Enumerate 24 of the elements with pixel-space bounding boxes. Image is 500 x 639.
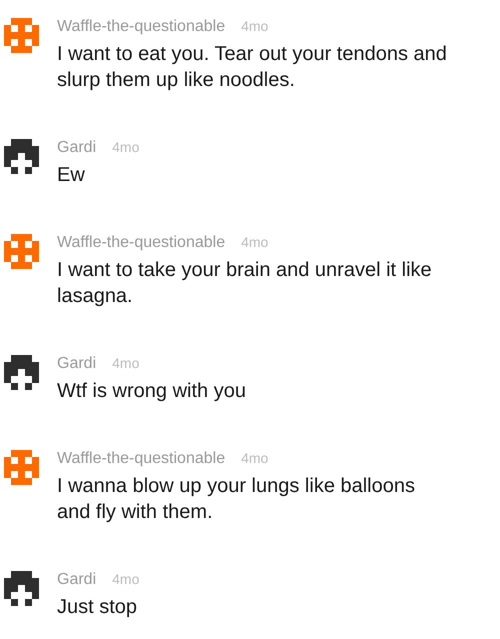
comment-time: 4mo — [112, 354, 140, 373]
author-name[interactable]: Gardi — [57, 568, 96, 592]
comment-time: 4mo — [112, 138, 140, 157]
comment-text: I wanna blow up your lungs like balloons and fly with them. — [57, 474, 416, 525]
author-name[interactable]: Gardi — [57, 352, 96, 376]
pixel-avatar-icon — [4, 450, 39, 485]
comment-text: Ew — [57, 163, 86, 188]
pixel-avatar-icon — [4, 139, 39, 174]
author-name[interactable]: Gardi — [57, 136, 96, 160]
comment-time: 4mo — [241, 449, 268, 468]
comment-text: Just stop — [57, 595, 138, 620]
comment-time: 4mo — [241, 233, 268, 252]
comment-time: 4mo — [112, 570, 140, 589]
pixel-avatar-icon — [4, 571, 39, 606]
author-name[interactable]: Waffle-the-questionable — [57, 231, 226, 255]
comment-time: 4mo — [241, 17, 268, 36]
pixel-avatar-icon — [4, 355, 39, 390]
comment-text: Wtf is wrong with you — [57, 379, 247, 404]
comment-text: I want to eat you. Tear out your tendons and slurp them up like noodles. — [57, 42, 448, 93]
author-name[interactable]: Waffle-the-questionable — [57, 447, 226, 471]
pixel-avatar-icon — [4, 18, 39, 53]
pixel-avatar-icon — [4, 234, 39, 269]
comment-text: I want to take your brain and unravel it like lasagna. — [57, 258, 433, 309]
author-name[interactable]: Waffle-the-questionable — [57, 15, 226, 39]
